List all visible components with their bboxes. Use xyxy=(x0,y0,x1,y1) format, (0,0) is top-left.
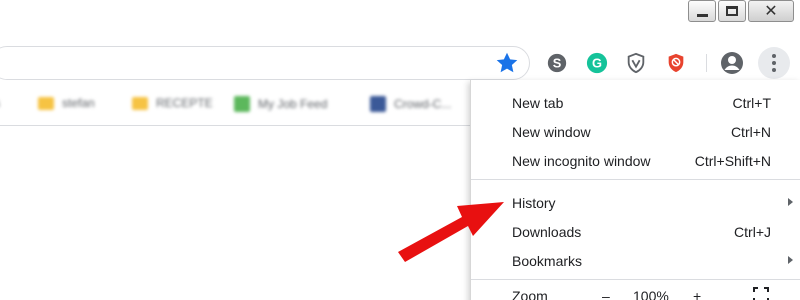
zoom-label: Zoom xyxy=(512,288,548,300)
bookmark-item[interactable]: RECEPTE xyxy=(132,96,213,110)
chrome-main-menu: New tab Ctrl+T New window Ctrl+N New inc… xyxy=(470,80,800,300)
fullscreen-icon[interactable] xyxy=(753,287,769,300)
account-icon[interactable] xyxy=(720,51,744,75)
menu-item-bookmarks[interactable]: Bookmarks xyxy=(471,246,800,275)
submenu-arrow-icon xyxy=(788,198,793,206)
adblock-icon[interactable] xyxy=(665,52,687,74)
folder-icon xyxy=(132,96,148,110)
svg-text:S: S xyxy=(553,56,562,71)
close-button[interactable]: ✕ xyxy=(748,0,794,22)
minimize-icon xyxy=(696,13,708,17)
browser-toolbar: S G xyxy=(0,38,800,86)
bookmark-item[interactable]: stefan xyxy=(38,96,95,110)
menu-item-label: New window xyxy=(512,124,591,140)
window-titlebar: ✕ xyxy=(0,0,800,38)
zoom-in-button[interactable]: + xyxy=(693,288,701,300)
three-dots-icon xyxy=(772,54,776,58)
menu-item-label: Downloads xyxy=(512,224,582,240)
bookmark-item[interactable]: My Job Feed xyxy=(234,96,327,112)
window-controls: ✕ xyxy=(688,0,794,24)
bookmark-label: My Job Feed xyxy=(258,97,328,111)
menu-item-new-tab[interactable]: New tab Ctrl+T xyxy=(471,88,800,117)
toolbar-divider xyxy=(706,54,707,72)
skype-icon[interactable]: S xyxy=(546,52,568,74)
bookmark-label: RECEPTE xyxy=(156,96,213,110)
annotation-arrow xyxy=(398,202,504,262)
maximize-button[interactable] xyxy=(718,0,746,22)
menu-item-history[interactable]: History xyxy=(471,188,800,217)
three-dots-icon-dot xyxy=(772,68,776,72)
menu-item-shortcut: Ctrl+J xyxy=(734,224,771,240)
upwork-icon xyxy=(234,96,250,112)
menu-item-label: Bookmarks xyxy=(512,253,583,269)
menu-item-label: New incognito window xyxy=(512,153,651,169)
minimize-button[interactable] xyxy=(688,0,716,22)
folder-icon xyxy=(38,96,54,110)
menu-divider xyxy=(471,179,800,180)
menu-item-label: New tab xyxy=(512,95,564,111)
svg-text:G: G xyxy=(592,56,602,71)
facebook-icon xyxy=(370,96,386,112)
menu-item-label: History xyxy=(512,195,556,211)
bookmark-label: stefan xyxy=(62,96,95,110)
three-dots-menu-button[interactable] xyxy=(758,47,790,79)
menu-item-shortcut: Ctrl+N xyxy=(730,124,771,140)
zoom-level: 100% xyxy=(633,288,669,300)
menu-item-new-window[interactable]: New window Ctrl+N xyxy=(471,117,800,146)
grammarly-icon[interactable]: G xyxy=(586,52,608,74)
menu-item-downloads[interactable]: Downloads Ctrl+J xyxy=(471,217,800,246)
star-icon[interactable] xyxy=(494,50,520,76)
menu-item-shortcut: Ctrl+Shift+N xyxy=(694,153,771,169)
maximize-icon xyxy=(726,6,738,16)
bookmark-item[interactable]: Crowd-C... xyxy=(370,96,451,112)
close-icon: ✕ xyxy=(764,1,778,20)
zoom-out-button[interactable]: – xyxy=(602,288,610,300)
submenu-arrow-icon xyxy=(788,256,793,264)
menu-divider xyxy=(471,279,800,280)
menu-item-new-incognito-window[interactable]: New incognito window Ctrl+Shift+N xyxy=(471,146,800,175)
menu-item-shortcut: Ctrl+T xyxy=(732,95,772,111)
three-dots-icon-dot xyxy=(772,61,776,65)
address-bar[interactable] xyxy=(0,46,530,80)
menu-zoom-row: Zoom – 100% + xyxy=(471,283,800,300)
shield-v-icon[interactable] xyxy=(625,52,647,74)
bookmark-label: Crowd-C... xyxy=(394,97,452,111)
